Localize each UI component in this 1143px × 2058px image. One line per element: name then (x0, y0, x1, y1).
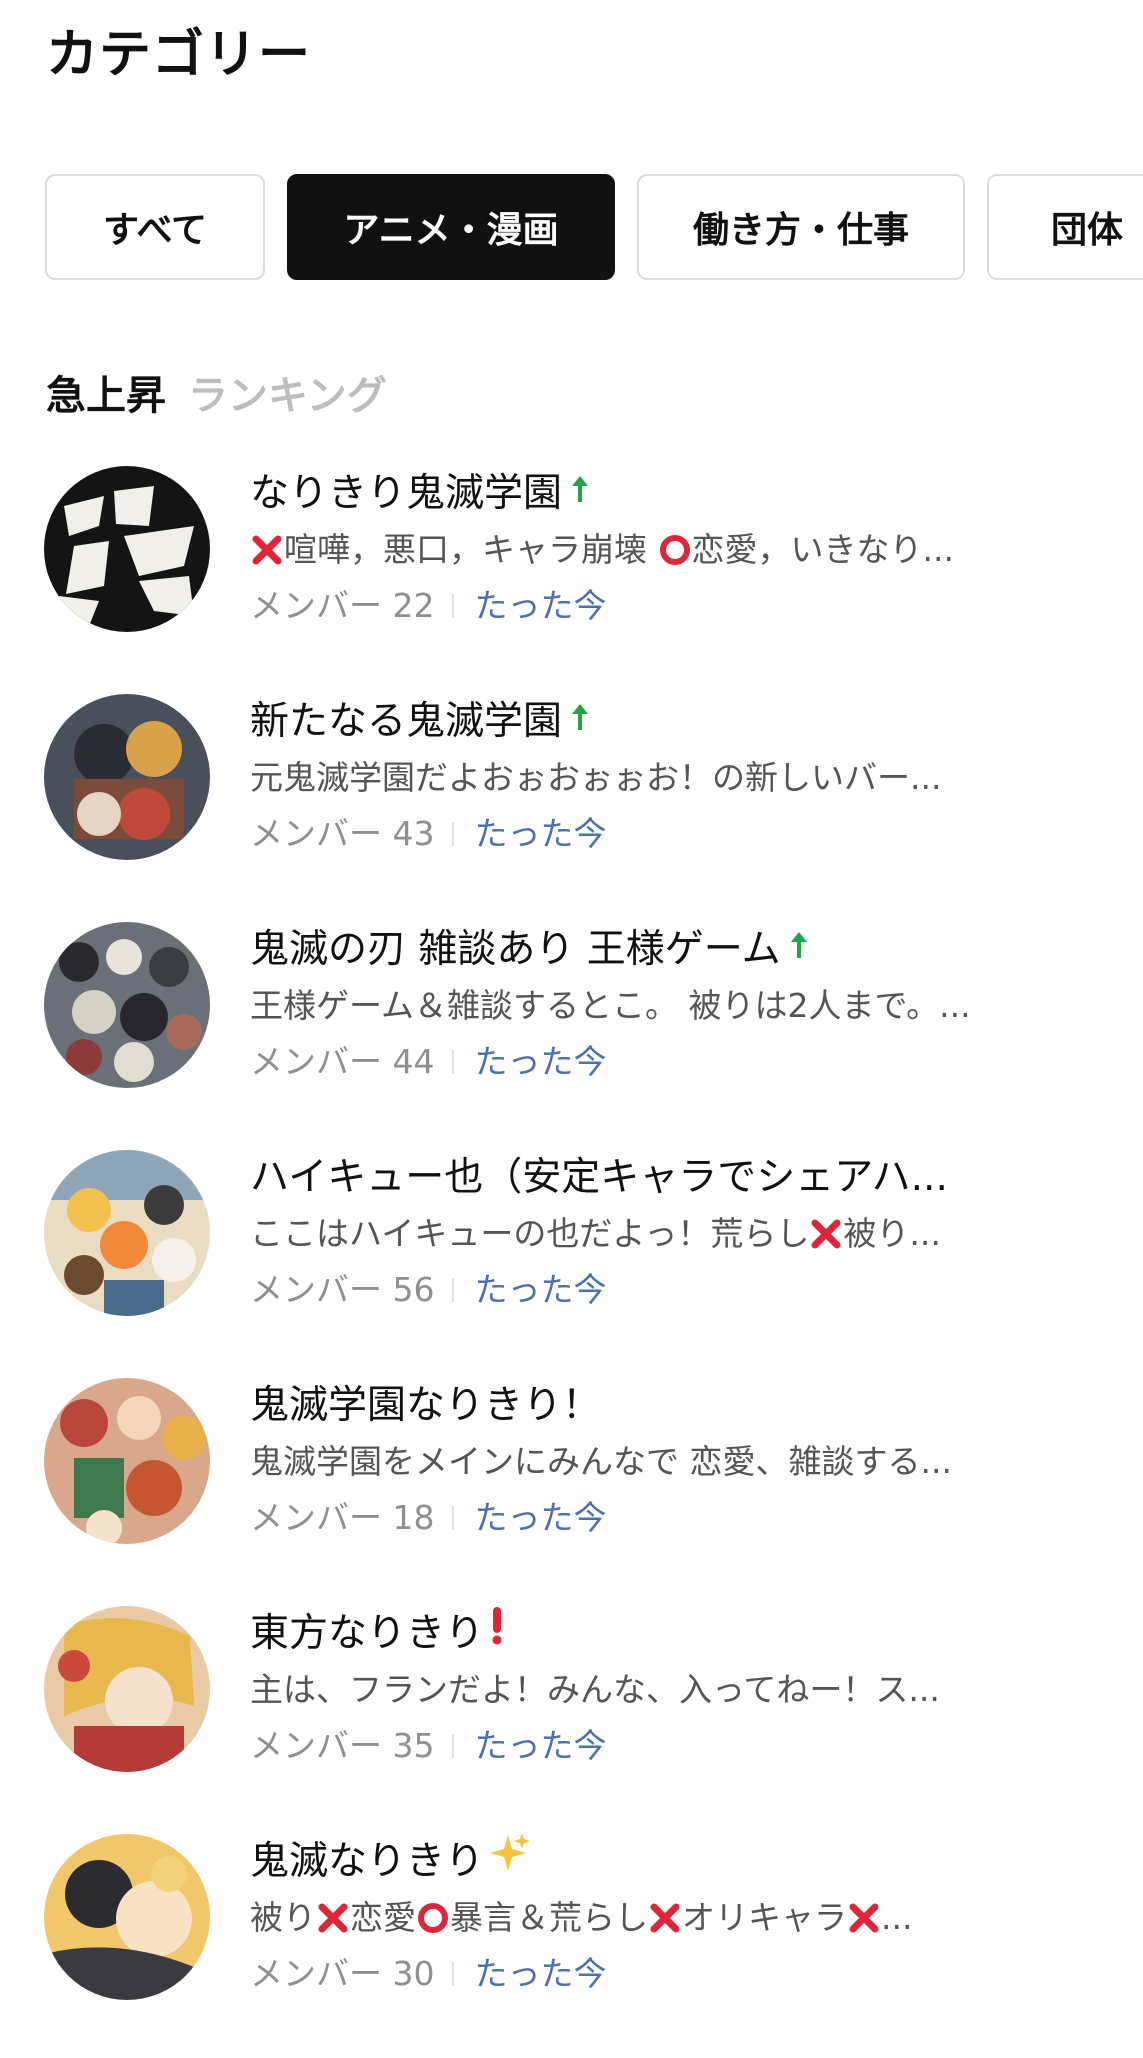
tab-work[interactable]: 働き方・仕事 (637, 174, 965, 280)
room-avatar (44, 1378, 210, 1544)
room-title: 新たなる鬼滅学園 (250, 694, 1090, 750)
up-arrow-icon (570, 694, 590, 748)
list-item[interactable]: なりきり鬼滅学園 喧嘩，悪口，キャラ崩壊 恋愛，いきなり... メンバー 22 た… (0, 462, 1143, 690)
meta-divider (452, 1961, 455, 1986)
cross-mark-icon (809, 1216, 843, 1250)
member-count: メンバー 56 (250, 1270, 435, 1309)
meta-divider (452, 1733, 455, 1758)
room-title: 鬼滅学園なりきり！ (250, 1383, 602, 1428)
room-meta: メンバー 22 たった今 (250, 582, 606, 630)
member-count: メンバー 44 (250, 1042, 435, 1081)
room-title: ハイキュー也（安定キャラでシェアハ... (250, 1155, 948, 1200)
last-active: たった今 (474, 1042, 607, 1081)
last-active: たった今 (474, 1954, 607, 1993)
cross-mark-icon (250, 532, 284, 566)
member-count: メンバー 35 (250, 1726, 435, 1765)
room-meta: メンバー 35 たった今 (250, 1722, 606, 1770)
meta-divider (452, 1505, 455, 1530)
member-count: メンバー 18 (250, 1498, 435, 1537)
room-description: 主は、フランだよ！みんな、入ってねー！ス... (250, 1670, 940, 1709)
room-description: 喧嘩，悪口，キャラ崩壊 恋愛，いきなり... (250, 526, 1030, 574)
list-item[interactable]: 東方なりきり 主は、フランだよ！みんな、入ってねー！ス... メンバー 35 たっ… (0, 1602, 1143, 1830)
room-meta: メンバー 44 たった今 (250, 1038, 606, 1086)
cross-mark-icon (847, 1900, 881, 1934)
room-avatar (44, 694, 210, 860)
member-count: メンバー 30 (250, 1954, 435, 1993)
list-item[interactable]: ハイキュー也（安定キャラでシェアハ... ここはハイキューの也だよっ！荒らし 被り… (0, 1146, 1143, 1374)
last-active: たった今 (474, 814, 607, 853)
last-active: たった今 (474, 586, 607, 625)
room-avatar (44, 1606, 210, 1772)
room-description: ここはハイキューの也だよっ！荒らし 被り... (250, 1214, 941, 1253)
ranking-title-ranking[interactable]: ランキング (188, 373, 387, 419)
list-item[interactable]: 鬼滅学園なりきり！ 鬼滅学園をメインにみんなで 恋愛、雑談する... メンバー … (0, 1374, 1143, 1602)
room-list: なりきり鬼滅学園 喧嘩，悪口，キャラ崩壊 恋愛，いきなり... メンバー 22 た… (0, 462, 1143, 2058)
last-active: たった今 (474, 1726, 607, 1765)
tab-anime-manga[interactable]: アニメ・漫画 (287, 174, 615, 280)
page-title: カテゴリー (46, 25, 312, 85)
up-arrow-icon (570, 466, 590, 520)
last-active: たった今 (474, 1270, 607, 1309)
meta-divider (452, 593, 455, 618)
cross-mark-icon (648, 1900, 682, 1934)
ranking-title-trending[interactable]: 急上昇 (46, 373, 166, 419)
room-avatar (44, 1834, 210, 2000)
ranking-header: 急上昇 ランキング (46, 368, 387, 424)
cross-mark-icon (316, 1900, 350, 1934)
room-description: 被り 恋愛 暴言＆荒らし オリキャラ... (250, 1898, 913, 1937)
room-title: なりきり鬼滅学園 (250, 466, 1090, 522)
list-item[interactable]: 新たなる鬼滅学園 元鬼滅学園だよおぉおぉぉお！の新しいバー... メンバー 43… (0, 690, 1143, 918)
tab-all[interactable]: すべて (45, 174, 265, 280)
room-meta: メンバー 30 たった今 (250, 1950, 606, 1998)
sparkles-icon (488, 1834, 532, 1891)
meta-divider (452, 1049, 455, 1074)
room-description: 元鬼滅学園だよおぉおぉぉお！の新しいバー... (250, 758, 942, 797)
room-title: 鬼滅なりきり (250, 1834, 1090, 1891)
tab-group[interactable]: 団体 (987, 174, 1143, 280)
room-description: 鬼滅学園をメインにみんなで 恋愛、雑談する... (250, 1442, 952, 1481)
list-item[interactable]: 鬼滅の刃 雑談あり 王様ゲーム 王様ゲーム＆雑談するとこ。 被りは2人まで。..… (0, 918, 1143, 1146)
meta-divider (452, 1277, 455, 1302)
room-avatar (44, 922, 210, 1088)
room-avatar (44, 1150, 210, 1316)
circle-mark-icon (416, 1900, 450, 1934)
room-description: 王様ゲーム＆雑談するとこ。 被りは2人まで。... (250, 986, 971, 1025)
circle-mark-icon (658, 532, 692, 566)
category-tabs: すべて アニメ・漫画 働き方・仕事 団体 (45, 174, 1143, 280)
meta-divider (452, 821, 455, 846)
exclamation-icon (488, 1606, 506, 1661)
room-title: 東方なりきり (250, 1606, 1090, 1662)
room-meta: メンバー 43 たった今 (250, 810, 606, 858)
room-meta: メンバー 18 たった今 (250, 1494, 606, 1542)
member-count: メンバー 22 (250, 586, 435, 625)
room-title: 鬼滅の刃 雑談あり 王様ゲーム (250, 922, 1090, 978)
up-arrow-icon (789, 922, 809, 976)
member-count: メンバー 43 (250, 814, 435, 853)
list-item[interactable]: 鬼滅なりきり 被り 恋愛 暴言＆荒らし オリキャラ... メンバー 30 たった今 (0, 1830, 1143, 2058)
room-meta: メンバー 56 たった今 (250, 1266, 606, 1314)
last-active: たった今 (474, 1498, 607, 1537)
room-avatar (44, 466, 210, 632)
